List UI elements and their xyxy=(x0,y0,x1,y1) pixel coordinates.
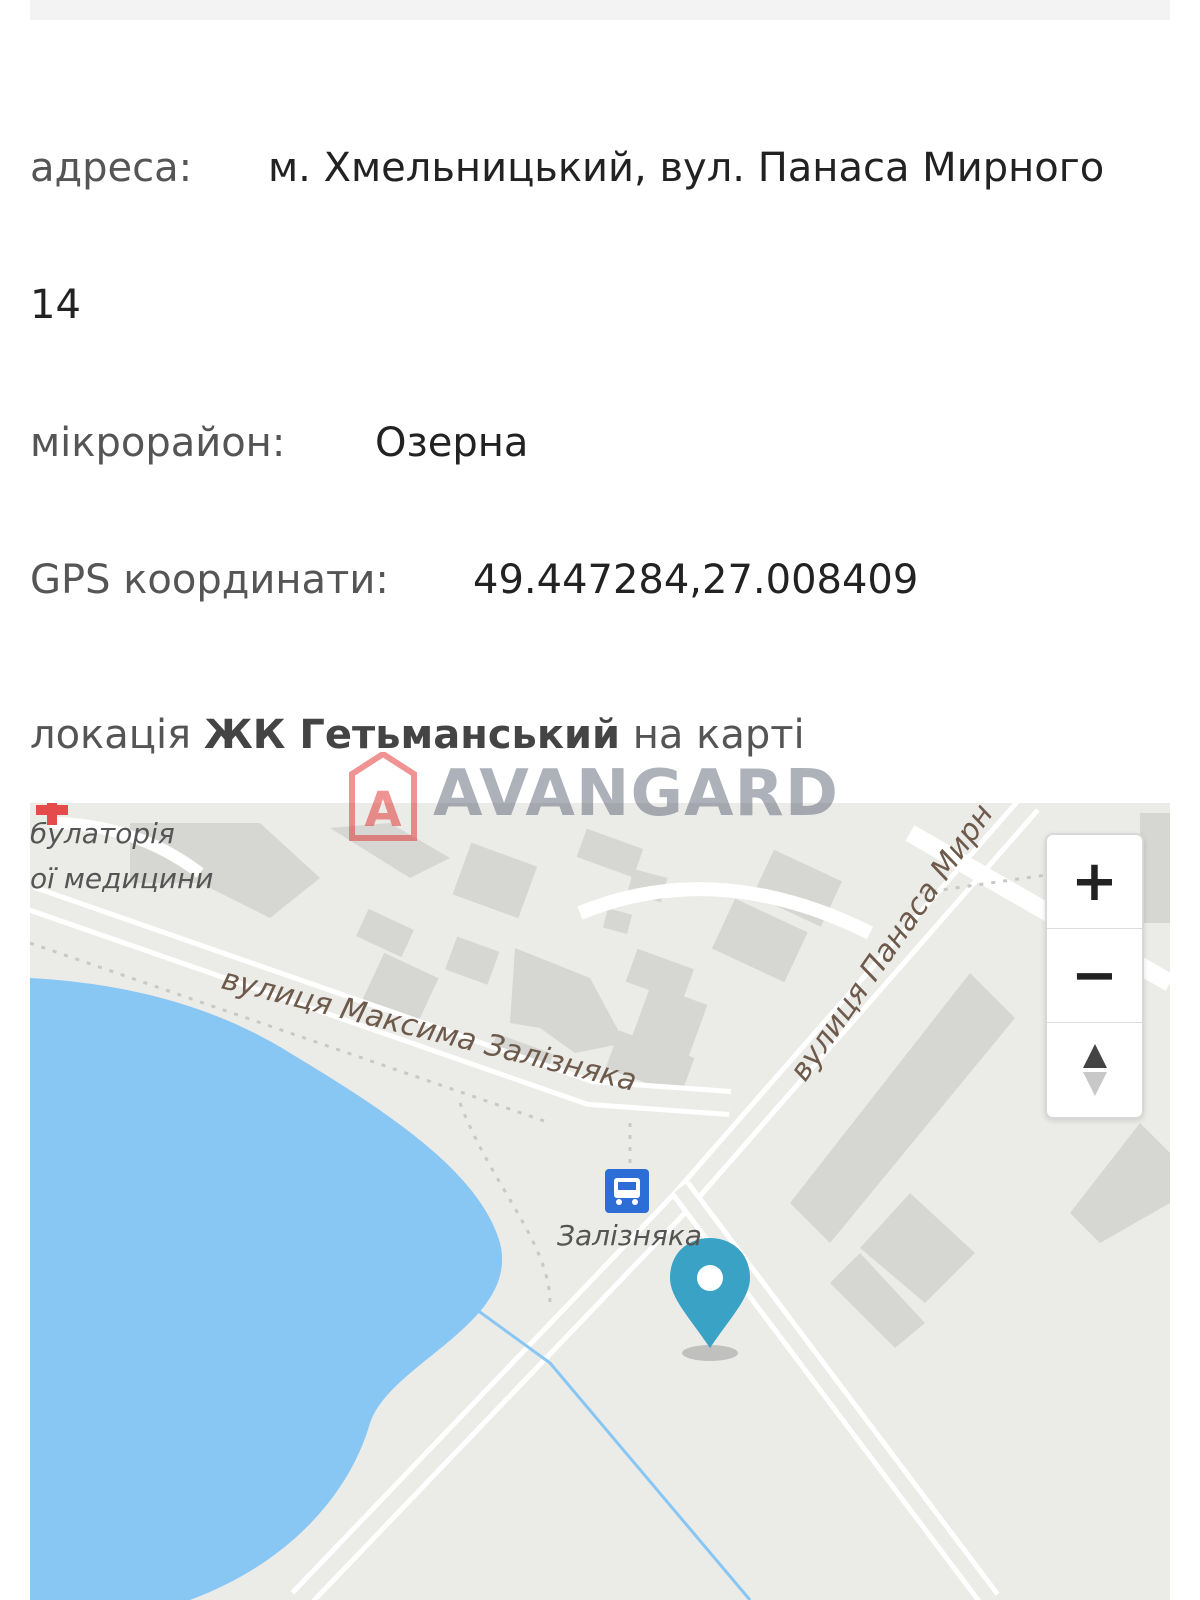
avangard-watermark: A AVANGARD xyxy=(348,752,848,842)
location-prefix: локація xyxy=(30,712,192,758)
map-label-clinic-1: булаторія xyxy=(30,817,175,850)
district-label: мікрорайон: xyxy=(30,420,286,466)
gps-label: GPS координати: xyxy=(30,557,389,603)
map-canvas: булаторія ої медицини вулиця Максима Зал… xyxy=(30,803,1170,1600)
zoom-in-button[interactable]: + xyxy=(1047,835,1142,928)
location-marker-icon xyxy=(670,1238,750,1361)
map-view[interactable]: булаторія ої медицини вулиця Максима Зал… xyxy=(30,803,1170,1600)
zoom-out-button[interactable]: − xyxy=(1047,929,1142,1022)
map-zoom-control: + − xyxy=(1045,833,1144,1119)
watermark-text: AVANGARD xyxy=(433,757,839,831)
compass-north-button[interactable] xyxy=(1047,1023,1142,1116)
address-value: м. Хмельницький, вул. Панаса Мирного xyxy=(268,145,1105,191)
map-label-clinic-2: ої медицини xyxy=(30,862,213,895)
address-value-line2: 14 xyxy=(30,282,81,328)
address-label: адреса: xyxy=(30,145,193,191)
gps-value: 49.447284,27.008409 xyxy=(473,557,919,603)
top-divider xyxy=(30,0,1170,20)
district-value: Озерна xyxy=(375,420,529,466)
avangard-logo-icon: A xyxy=(349,752,417,841)
svg-text:A: A xyxy=(364,782,401,838)
map-label-stop: Залізняка xyxy=(557,1219,702,1252)
compass-icon xyxy=(1082,1043,1107,1096)
map-lake xyxy=(30,978,503,1600)
bus-stop-icon xyxy=(605,1169,649,1213)
